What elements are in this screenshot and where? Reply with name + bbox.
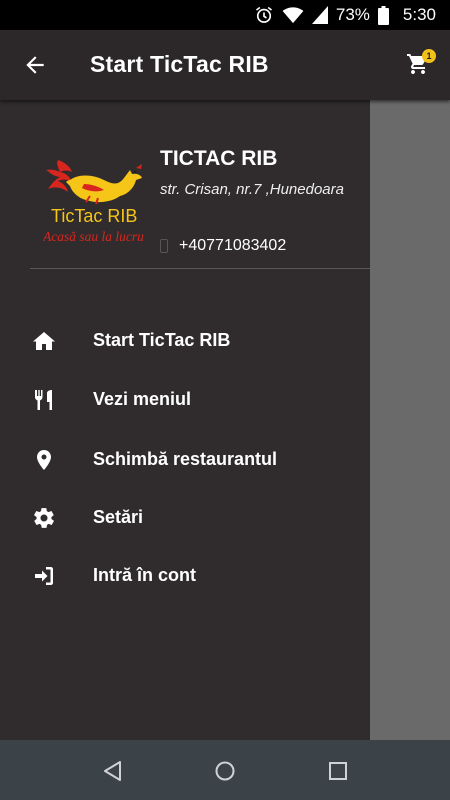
menu-item-label: Start TicTac RIB	[93, 330, 231, 350]
menu-item-settings[interactable]: Setări	[0, 494, 370, 542]
menu-item-label: Vezi meniul	[93, 389, 192, 409]
menu-item-start[interactable]: Start TicTac RIB	[0, 317, 370, 365]
app-bar: Start TicTac RIB 1	[0, 30, 450, 100]
menu-item-menu[interactable]: Vezi meniul	[0, 376, 370, 424]
restaurant-address: str. Crisan, nr.7 ,Hunedoara	[160, 181, 344, 198]
system-nav-bar	[0, 740, 450, 800]
screen: 73% 5:30 Start TicTac RIB 1 TicTac RIB A…	[0, 0, 450, 800]
menu-item-login[interactable]: Intră în cont	[0, 552, 370, 600]
logo-brand: TicTac RIB	[51, 206, 138, 226]
nav-home-icon[interactable]	[214, 760, 236, 782]
alarm-icon	[254, 5, 274, 25]
navigation-drawer: TicTac RIB Acasă sau la lucru TICTAC RIB…	[0, 100, 370, 740]
nav-back-icon[interactable]	[102, 760, 124, 782]
gear-icon	[32, 506, 56, 530]
restaurant-name: TICTAC RIB	[160, 147, 278, 170]
divider	[30, 268, 370, 269]
logo-tagline: Acasă sau la lucru	[43, 229, 144, 244]
page-title: Start TicTac RIB	[90, 51, 269, 77]
cutlery-icon	[32, 388, 56, 412]
clock: 5:30	[402, 5, 436, 24]
phone-icon	[160, 239, 168, 253]
restaurant-logo: TicTac RIB Acasă sau la lucru	[40, 150, 152, 250]
signal-icon	[311, 6, 328, 24]
nav-recents-icon[interactable]	[327, 760, 349, 782]
battery-icon	[377, 5, 389, 25]
menu-item-change-restaurant[interactable]: Schimbă restaurantul	[0, 436, 370, 484]
menu-item-label: Intră în cont	[93, 565, 196, 585]
status-bar: 73% 5:30	[0, 0, 450, 30]
home-icon	[32, 329, 56, 353]
location-pin-icon	[32, 448, 56, 472]
menu-item-label: Setări	[93, 507, 144, 527]
drawer-scrim[interactable]	[370, 100, 450, 740]
back-arrow-icon[interactable]	[22, 52, 48, 78]
restaurant-phone[interactable]: +40771083402	[179, 237, 286, 255]
menu-item-label: Schimbă restaurantul	[93, 449, 278, 469]
cart-badge: 1	[422, 49, 436, 63]
sign-in-icon	[32, 564, 56, 588]
wifi-icon	[282, 6, 304, 24]
battery-level: 73%	[335, 5, 370, 24]
